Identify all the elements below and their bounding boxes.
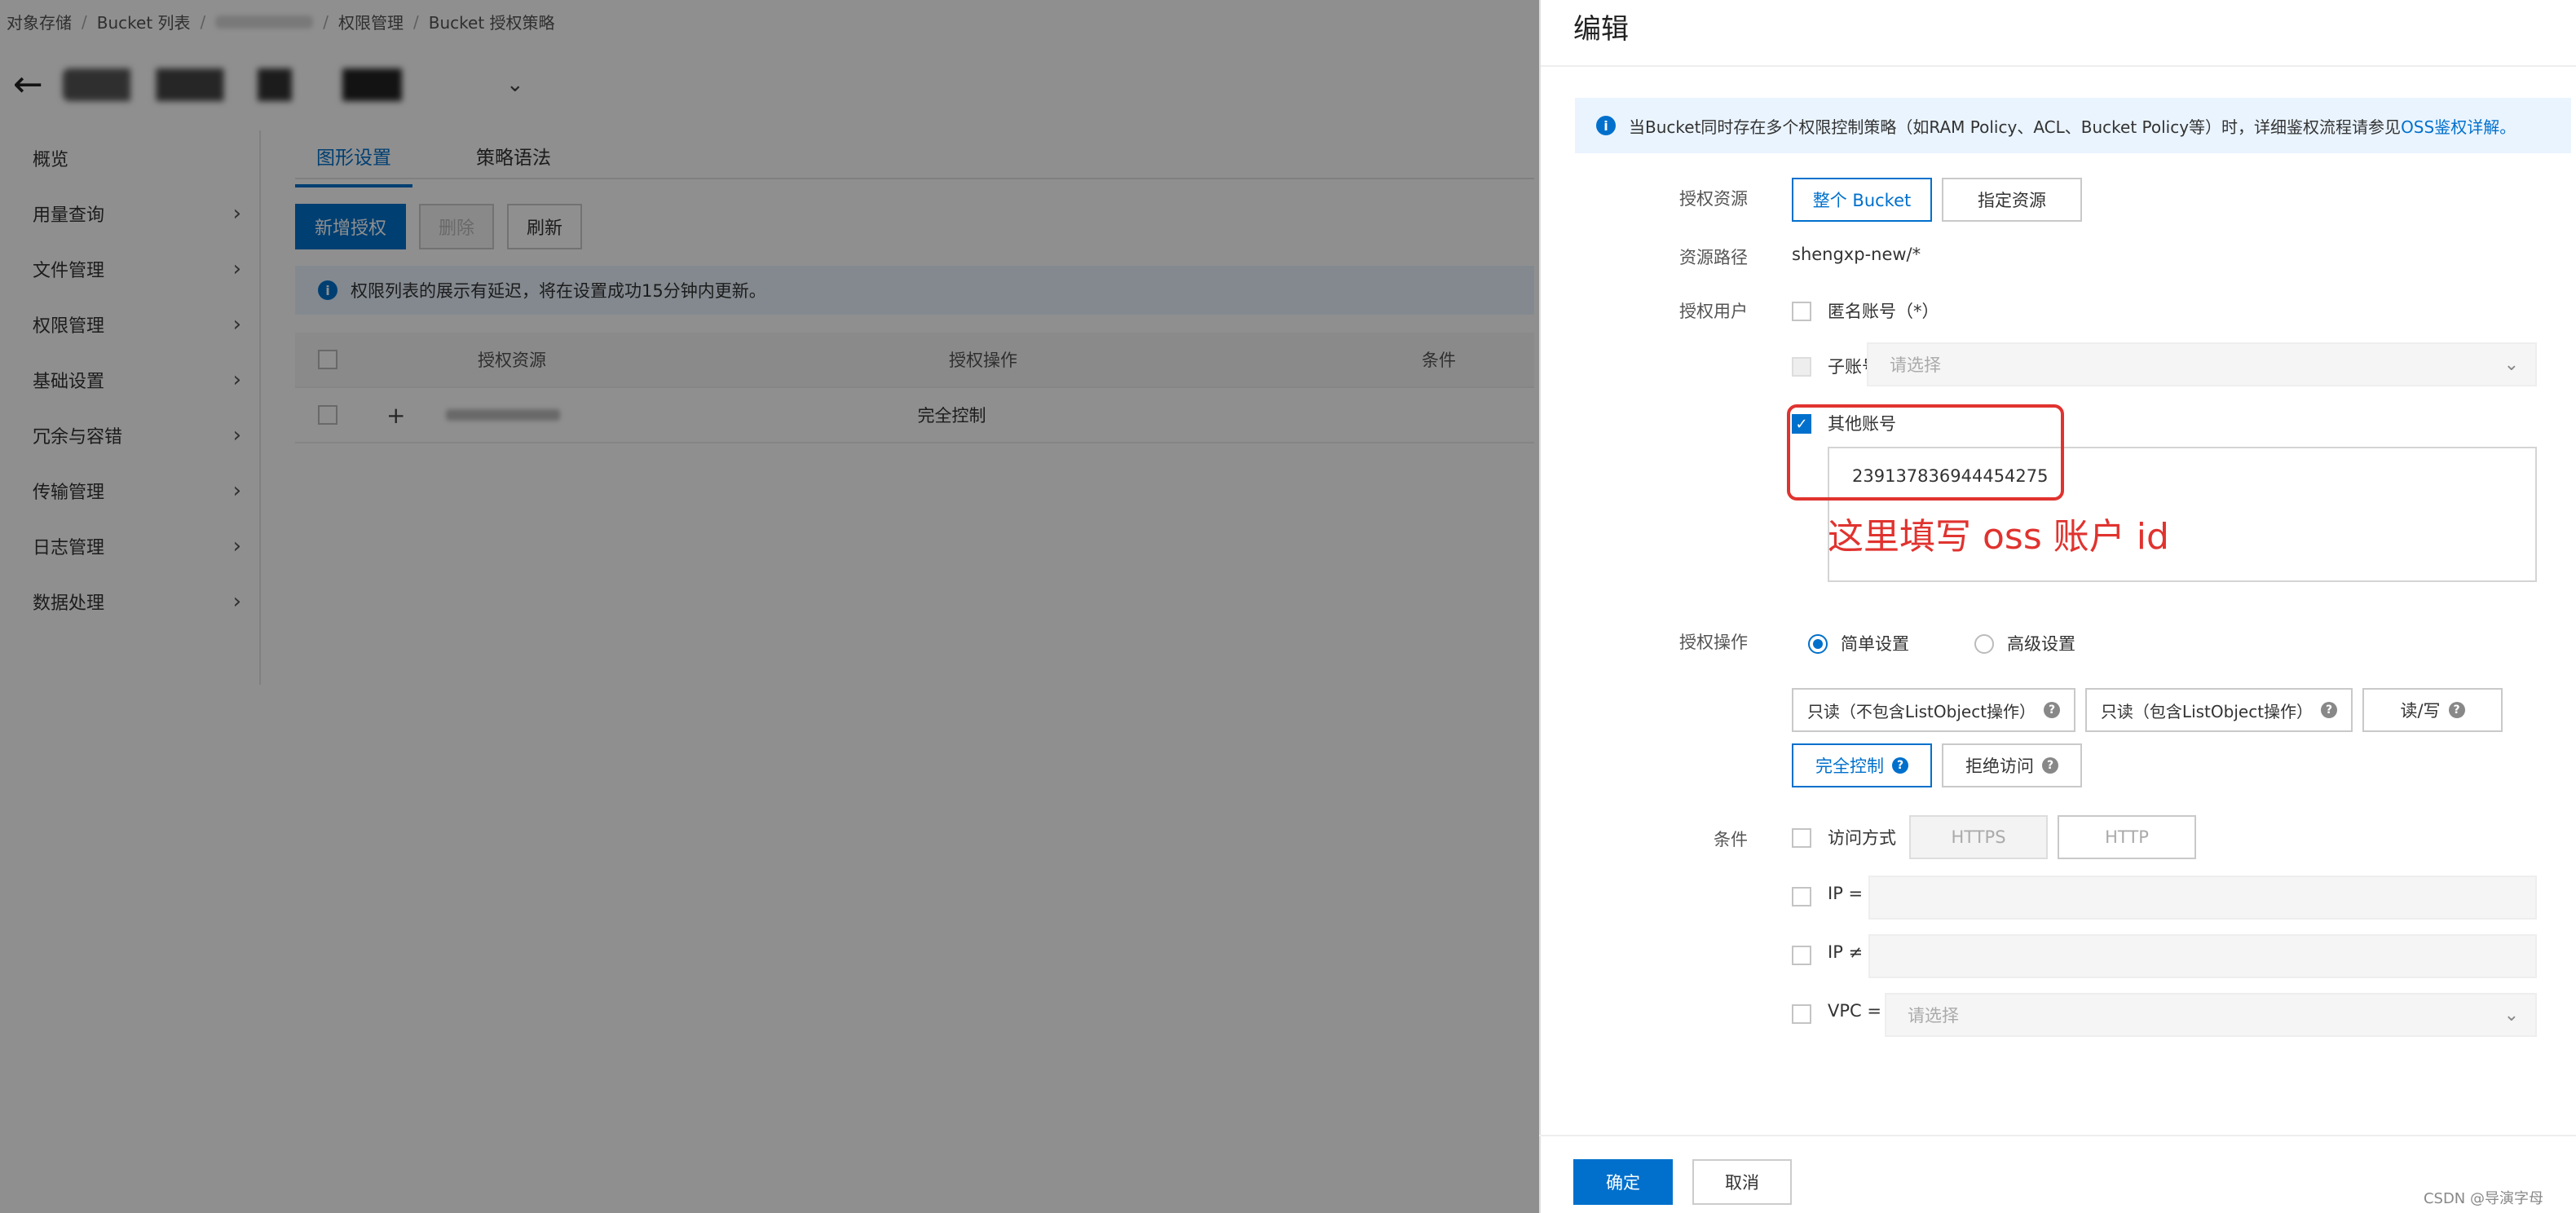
ip-equals-checkbox[interactable] [1792,887,1811,906]
chevron-down-icon: ⌄ [2503,354,2519,375]
annotation-text: 这里填写 oss 账户 id [1828,516,2169,558]
sub-account-select-placeholder: 请选择 [1890,355,1941,375]
policy-notice-text: 当Bucket同时存在多个权限控制策略（如RAM Policy、ACL、Buck… [1629,117,2402,137]
sub-account-checkbox[interactable] [1792,357,1811,377]
label-action: 授权操作 [1679,633,1748,652]
action-readonly-list-option[interactable]: 只读（包含ListObject操作）? [2085,688,2353,732]
advanced-mode-label: 高级设置 [2007,634,2075,654]
drawer-title: 编辑 [1573,13,1629,46]
ip-equals-label: IP = [1828,884,1864,903]
info-icon: i [1596,116,1616,135]
help-icon[interactable]: ? [2448,702,2465,718]
label-resource: 授权资源 [1679,189,1748,209]
ip-equals-input[interactable] [1868,876,2537,920]
simple-mode-label: 简单设置 [1841,634,1909,654]
http-option[interactable]: HTTP [2058,815,2196,859]
chevron-down-icon: ⌄ [2503,1004,2519,1026]
vpc-label: VPC = [1828,1001,1881,1021]
sub-account-select[interactable]: 请选择 ⌄ [1867,342,2537,386]
help-icon[interactable]: ? [2321,702,2338,718]
ip-not-equals-checkbox[interactable] [1792,946,1811,965]
ip-not-equals-input[interactable] [1868,934,2537,978]
confirm-button[interactable]: 确定 [1573,1159,1673,1205]
label-condition: 条件 [1714,830,1748,849]
resource-path-value: shengxp-new/* [1792,245,1921,264]
simple-mode-radio[interactable] [1808,634,1828,654]
drawer-divider [1541,65,2576,67]
cancel-button[interactable]: 取消 [1692,1159,1792,1205]
action-deny-option[interactable]: 拒绝访问? [1942,743,2082,787]
help-icon[interactable]: ? [2044,702,2061,718]
modal-overlay[interactable] [0,0,1539,1213]
access-method-checkbox[interactable] [1792,828,1811,848]
resource-whole-bucket-option[interactable]: 整个 Bucket [1792,178,1932,222]
ip-not-equals-label: IP ≠ [1828,942,1864,962]
https-option[interactable]: HTTPS [1909,815,2048,859]
help-icon[interactable]: ? [1892,757,1908,774]
vpc-select[interactable]: 请选择 ⌄ [1885,993,2537,1037]
advanced-mode-radio[interactable] [1974,634,1994,654]
label-users: 授权用户 [1679,302,1748,321]
action-read-write-option[interactable]: 读/写? [2362,688,2503,732]
action-full-control-option[interactable]: 完全控制? [1792,743,1932,787]
label-path: 资源路径 [1679,248,1748,267]
vpc-checkbox[interactable] [1792,1004,1811,1024]
vpc-select-placeholder: 请选择 [1908,1006,1959,1026]
help-icon[interactable]: ? [2042,757,2058,774]
access-method-label: 访问方式 [1828,828,1896,848]
policy-notice: i 当Bucket同时存在多个权限控制策略（如RAM Policy、ACL、Bu… [1575,98,2571,153]
annotation-highlight-box [1787,404,2064,501]
oss-auth-link[interactable]: OSS鉴权详解。 [2401,117,2516,137]
anonymous-account-checkbox[interactable] [1792,302,1811,321]
anonymous-account-label: 匿名账号（*） [1828,302,1939,321]
resource-specified-option[interactable]: 指定资源 [1942,178,2082,222]
action-readonly-no-list-option[interactable]: 只读（不包含ListObject操作）? [1792,688,2075,732]
